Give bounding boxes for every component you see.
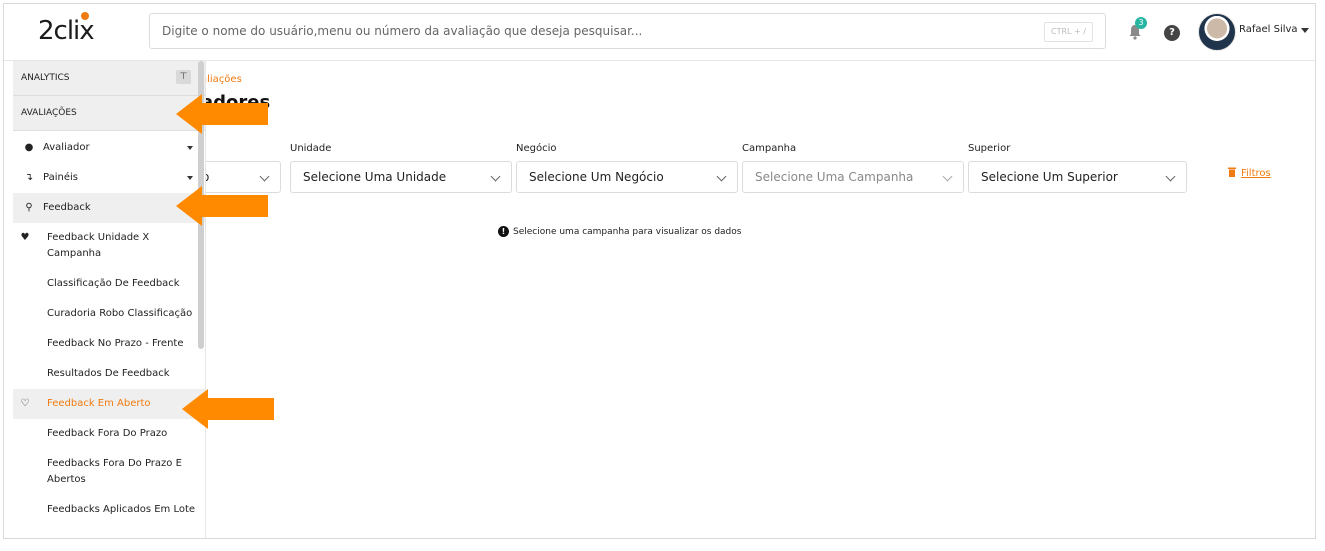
chevron-down-icon <box>942 171 953 182</box>
sidebar-item-label: Painéis <box>43 172 78 183</box>
filter-label-negocio: Negócio <box>516 143 557 154</box>
empty-state-notice: ! Selecione uma campanha para visualizar … <box>498 226 741 237</box>
filter-select-campanha[interactable]: Selecione Uma Campanha <box>742 161 964 193</box>
sidebar-subitem-label: Resultados De Feedback <box>47 368 170 379</box>
heart-outline-icon: ♡ <box>20 398 30 409</box>
sidebar-section-analytics[interactable]: ANALYTICS ⊤ <box>13 61 205 96</box>
filter-value: Selecione Um Negócio <box>529 170 664 184</box>
sidebar-section-label: ANALYTICS <box>21 73 70 83</box>
sidebar-subitem[interactable]: ♥ Feedback Unidade X Campanha <box>13 223 205 269</box>
search-placeholder: Digite o nome do usuário,menu ou número … <box>162 24 643 38</box>
chevron-down-icon <box>187 176 193 180</box>
notification-badge: 3 <box>1135 17 1147 29</box>
sidebar-subitem-label: Feedback Fora Do Prazo <box>47 428 168 439</box>
logo-dot <box>81 12 89 20</box>
chevron-down-icon <box>1165 171 1176 182</box>
sidebar-subitem-label: Classificação De Feedback <box>47 278 180 289</box>
alert-icon: ! <box>498 226 509 237</box>
trash-icon[interactable] <box>1228 167 1236 177</box>
annotation-arrow <box>182 389 274 429</box>
chevron-down-icon <box>259 171 270 182</box>
sidebar-subitem-label: Feedback No Prazo - Frente <box>47 338 184 349</box>
top-header: 2clix Digite o nome do usuário,menu ou n… <box>4 4 1315 61</box>
sidebar-subitem[interactable]: Feedback No Prazo - Frente <box>13 329 205 359</box>
sidebar-item-avaliador[interactable]: ● Avaliador <box>13 133 205 163</box>
filter-label-superior: Superior <box>968 143 1011 154</box>
search-input[interactable]: Digite o nome do usuário,menu ou número … <box>149 13 1106 49</box>
notice-text: Selecione uma campanha para visualizar o… <box>513 227 742 237</box>
chevron-down-icon <box>187 146 193 150</box>
help-icon[interactable]: ? <box>1164 25 1180 41</box>
sidebar-section-label: AVALIAÇÕES <box>21 108 77 118</box>
breadcrumb[interactable]: aliações <box>201 74 242 85</box>
search-shortcut-hint: CTRL + / <box>1044 22 1093 42</box>
chevron-down-icon[interactable] <box>1301 28 1309 33</box>
chevron-down-icon <box>490 171 501 182</box>
app-logo[interactable]: 2clix <box>38 16 95 46</box>
sidebar-subitem-label: Curadoria Robo Classificação <box>47 308 193 319</box>
pin-icon[interactable]: ⊤ <box>176 70 191 84</box>
chart-line-icon: ↴ <box>24 172 34 183</box>
sidebar-subitem[interactable]: Feedback Fora Do Prazo <box>13 419 205 449</box>
sidebar-subitem[interactable]: Feedbacks Aplicados Em Lote <box>13 495 205 525</box>
sidebar-subitem-label: Feedback Unidade X Campanha <box>47 232 150 259</box>
sidebar-subitem[interactable]: Feedbacks Fora Do Prazo E Abertos <box>13 449 205 495</box>
feedback-icon: ⚲ <box>25 202 33 213</box>
annotation-arrow <box>176 94 268 134</box>
annotation-arrow <box>176 186 268 226</box>
filter-value: Selecione Uma Campanha <box>755 170 914 184</box>
sidebar-subitem[interactable]: Resultados De Feedback <box>13 359 205 389</box>
sidebar-subitem-label: Feedbacks Fora Do Prazo E Abertos <box>47 458 182 485</box>
heart-icon: ♥ <box>20 232 30 243</box>
filter-label-campanha: Campanha <box>742 143 797 154</box>
filters-link[interactable]: Filtros <box>1241 168 1271 179</box>
filter-value: Selecione Um Superior <box>981 170 1118 184</box>
filter-label-unidade: Unidade <box>290 143 332 154</box>
app-window: 2clix Digite o nome do usuário,menu ou n… <box>3 3 1316 539</box>
sidebar-item-label: Feedback <box>43 202 91 213</box>
filter-select-negocio[interactable]: Selecione Um Negócio <box>516 161 738 193</box>
filter-select-superior[interactable]: Selecione Um Superior <box>968 161 1187 193</box>
sidebar-item-label: Avaliador <box>43 142 90 153</box>
user-name[interactable]: Rafael Silva <box>1239 24 1298 35</box>
filter-select-unidade[interactable]: Selecione Uma Unidade <box>290 161 512 193</box>
sidebar-subitem[interactable]: Curadoria Robo Classificação <box>13 299 205 329</box>
chevron-down-icon <box>716 171 727 182</box>
filter-value: Selecione Uma Unidade <box>303 170 447 184</box>
sidebar-subitem[interactable]: Classificação De Feedback <box>13 269 205 299</box>
avatar[interactable] <box>1198 13 1236 51</box>
user-circle-icon: ● <box>24 142 34 153</box>
sidebar-subitem-label: Feedback Em Aberto <box>47 398 151 409</box>
sidebar-subitem-label: Feedbacks Aplicados Em Lote <box>47 504 196 515</box>
sidebar-subitem-active[interactable]: ♡ Feedback Em Aberto <box>13 389 205 419</box>
